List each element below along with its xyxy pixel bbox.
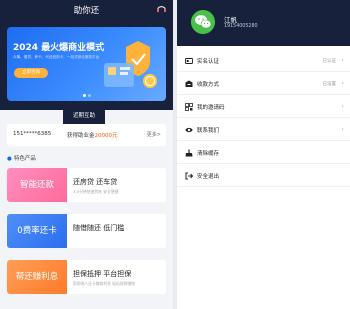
eye-icon (185, 127, 193, 133)
menu-item-logout[interactable]: 安全退出 (177, 165, 350, 187)
bullet-icon: ● (7, 156, 12, 162)
qrcode-icon (185, 103, 193, 111)
user-phone: 19154005280 (224, 24, 258, 29)
menu-status: 已设置 (322, 82, 337, 87)
featured-products-heading: ● 特色产品 (7, 154, 36, 162)
headset-icon[interactable] (156, 4, 167, 13)
home-title: 助你还 (73, 6, 100, 16)
menu-item-invite-code[interactable]: 我的邀请码 › (177, 96, 350, 118)
notice-phone: 151*****6385 (13, 131, 52, 137)
more-link[interactable]: 更多> (147, 131, 161, 138)
menu-label: 安全退出 (197, 174, 220, 180)
menu-label: 我的邀请码 (197, 105, 225, 111)
wechat-avatar-icon[interactable] (191, 10, 215, 34)
product-badge: 智能还款 (7, 168, 67, 202)
menu-status: 已认证 (322, 59, 337, 64)
notice-bar: 151*****6385 获得助业金20000元 更多> (7, 124, 166, 146)
product-badge: 帮还赚利息 (7, 260, 67, 294)
promo-banner[interactable]: 2024 最火爆商业模式 众筹、借贷、养卡、代还信用卡、一站式综合服务平台 立即… (7, 27, 166, 101)
product-card-zero-fee[interactable]: 0费率还卡 随借随还 低门槛 (7, 214, 166, 248)
recent-mutual-aid-label: 近期互助 (63, 108, 105, 124)
home-screen: 助你还 2024 最火爆商业模式 众筹、借贷、养卡、代还信用卡、一站式综合服务平… (0, 0, 173, 309)
notice-text: 获得助业金20000元 (67, 131, 118, 139)
menu-label: 清除缓存 (197, 151, 220, 157)
chevron-right-icon: › (341, 56, 344, 64)
card-icon (185, 80, 193, 87)
menu-item-contact-us[interactable]: 联系我们 › (177, 119, 350, 141)
carousel-dots (7, 94, 166, 97)
product-badge: 0费率还卡 (7, 214, 67, 248)
product-desc: 帮助他人还卡赚取利息 轻松理财赚钱 (73, 281, 135, 286)
chevron-right-icon: › (341, 125, 344, 133)
consult-button[interactable]: 立即咨询 (14, 68, 48, 78)
menu-item-clear-cache[interactable]: 清除缓存 (177, 142, 350, 164)
id-card-icon (185, 58, 193, 64)
broom-icon (185, 149, 193, 157)
carousel-dot[interactable] (87, 94, 91, 97)
carousel-dot-active[interactable] (82, 94, 86, 97)
product-card-earn-interest[interactable]: 帮还赚利息 担保抵押 平台担保 帮助他人还卡赚取利息 轻松理财赚钱 (7, 260, 166, 294)
profile-header: 江帆 19154005280 (177, 0, 350, 46)
product-title: 随借随还 低门槛 (73, 224, 125, 232)
banner-title: 2024 最火爆商业模式 (13, 43, 105, 53)
product-desc: 3-5分钟快速到账 安全便捷 (73, 189, 119, 194)
profile-screen: 江帆 19154005280 实名认证 已认证 › 收款方式 已设置 › 我的邀… (177, 0, 350, 309)
menu-label: 联系我们 (197, 128, 220, 134)
chevron-right-icon: › (341, 79, 344, 87)
menu-label: 实名认证 (197, 59, 220, 65)
menu-item-payment-method[interactable]: 收款方式 已设置 › (177, 73, 350, 95)
notice-gain-prefix: 获得助业金 (67, 133, 95, 139)
menu-label: 收款方式 (197, 82, 220, 88)
menu-item-real-name[interactable]: 实名认证 已认证 › (177, 50, 350, 72)
banner-illustration (104, 41, 157, 88)
logout-icon (185, 172, 193, 180)
notice-amount: 20000元 (94, 133, 118, 139)
user-name: 江帆 (224, 16, 237, 24)
product-title: 还房贷 还车贷 (73, 178, 118, 186)
product-title: 担保抵押 平台担保 (73, 270, 132, 278)
banner-subtitle: 众筹、借贷、养卡、代还信用卡、一站式综合服务平台 (13, 55, 100, 59)
home-header: 助你还 2024 最火爆商业模式 众筹、借贷、养卡、代还信用卡、一站式综合服务平… (0, 0, 173, 110)
chevron-right-icon: › (341, 102, 344, 110)
featured-label: 特色产品 (13, 156, 36, 162)
product-card-smart-repay[interactable]: 智能还款 还房贷 还车贷 3-5分钟快速到账 安全便捷 (7, 168, 166, 202)
